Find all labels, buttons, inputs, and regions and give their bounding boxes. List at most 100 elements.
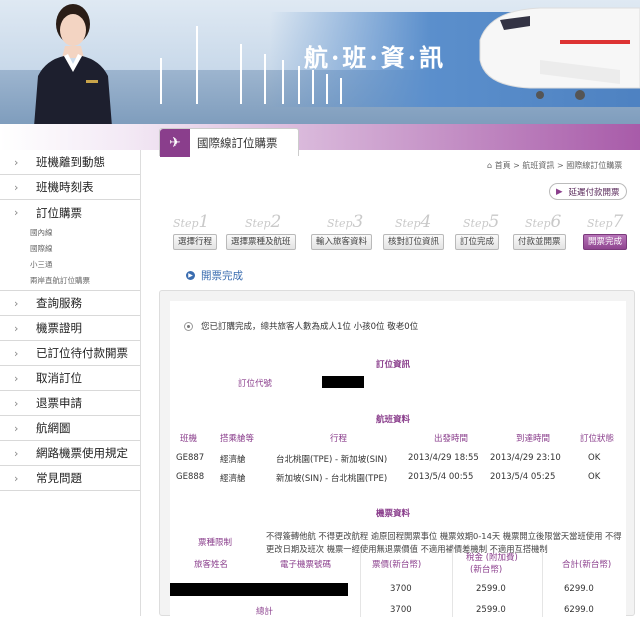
- ticketing-complete-heading: ▶ 開票完成: [186, 268, 243, 283]
- sidebar-item-refund[interactable]: › 退票申請: [0, 391, 140, 416]
- completion-notice: 您已訂購完成，總共旅客人數為成人1位 小孩0位 敬老0位: [184, 320, 418, 332]
- flight-number: GE888: [176, 472, 205, 482]
- flight-departure: 2013/4/29 18:55: [408, 453, 479, 463]
- step-label: 訂位完成: [455, 234, 500, 250]
- chevron-right-icon: ›: [14, 180, 19, 194]
- flight-col-header: 出發時間: [434, 434, 469, 444]
- step-6: Step6 付款並開票: [513, 212, 587, 254]
- passenger-info-redacted: [170, 583, 348, 596]
- ticket-fare: 3700: [390, 605, 412, 615]
- sidebar-item-route-map[interactable]: › 航網圖: [0, 416, 140, 441]
- sidebar-item-timetable[interactable]: › 班機時刻表: [0, 175, 140, 200]
- step-2: Step2 選擇票種及航班: [226, 212, 307, 254]
- banner-title: 航·班·資·訊: [304, 43, 447, 72]
- ticket-tax: 2599.0: [476, 605, 506, 615]
- sidebar-item-ticket-proof[interactable]: › 機票證明: [0, 316, 140, 341]
- flight-col-header: 訂位狀態: [580, 434, 615, 444]
- sidebar-subitem-domestic[interactable]: 國內線: [0, 225, 140, 241]
- chevron-right-icon: ›: [14, 471, 19, 485]
- sidebar-item-faq[interactable]: › 常見問題: [0, 466, 140, 491]
- step-number: Step1: [173, 212, 210, 232]
- flight-status: OK: [588, 472, 601, 482]
- sidebar-item-label: 訂位購票: [36, 205, 82, 220]
- step-number: Step6: [525, 212, 562, 232]
- breadcrumb-text[interactable]: 首頁 > 航班資訊 > 國際線訂位購票: [495, 161, 623, 170]
- chevron-right-icon: ›: [14, 296, 19, 310]
- airplane-image: [479, 7, 640, 100]
- ticket-tax: 2599.0: [476, 584, 506, 594]
- table-divider: [452, 549, 453, 617]
- ticket-col-header: 票價(新台幣): [372, 560, 422, 570]
- sidebar-subitem-international[interactable]: 國際線: [0, 241, 140, 257]
- sidebar-item-label: 退票申請: [36, 396, 82, 410]
- ticket-info-title: 機票資料: [376, 509, 411, 519]
- table-divider: [542, 549, 543, 617]
- grand-total-label: 總計: [256, 607, 274, 617]
- booking-code-redacted: [322, 376, 364, 388]
- step-7: Step7 開票完成: [583, 212, 640, 254]
- ticket-col-header: 合計(新台幣): [562, 560, 612, 570]
- sidebar-item-pending-payment[interactable]: › 已訂位待付款開票: [0, 341, 140, 366]
- sidebar-item-flight-status[interactable]: › 班機離到動態: [0, 150, 140, 175]
- sidebar-item-ticket-rules[interactable]: › 網路機票使用規定: [0, 441, 140, 466]
- sidebar-item-label: 取消訂位: [36, 371, 82, 385]
- breadcrumb: ⌂ 首頁 > 航班資訊 > 國際線訂位購票: [487, 160, 622, 171]
- flight-route: 新加坡(SIN) - 台北桃園(TPE): [276, 474, 388, 484]
- ticket-rules-text: 不得簽轉他航 不得更改航程 逾原回程開票事位 機票效期0-14天 機票開立後限當…: [266, 531, 622, 554]
- ticket-col-header: 電子機票號碼: [280, 560, 332, 570]
- section-title-tab: ✈ 國際線訂位購票: [159, 128, 299, 157]
- sidebar-item-label: 班機離到動態: [36, 155, 105, 169]
- home-icon: ⌂: [487, 161, 495, 170]
- progress-steps: Step1 選擇行程 Step2 選擇票種及航班 Step3 輸入旅客資料 Step4…: [163, 212, 633, 254]
- play-arrow-icon: ▶: [556, 186, 563, 197]
- flight-col-header: 班機: [180, 434, 198, 444]
- step-number: Step4: [395, 212, 432, 232]
- flight-number: GE887: [176, 453, 205, 463]
- chevron-right-icon: ›: [14, 206, 19, 219]
- step-number: Step5: [463, 212, 500, 232]
- sidebar-item-label: 網路機票使用規定: [36, 446, 128, 460]
- step-label: 選擇票種及航班: [226, 234, 296, 250]
- ticket-total: 6299.0: [564, 584, 594, 594]
- flight-class: 經濟艙: [220, 455, 246, 465]
- step-3: Step3 輸入旅客資料: [311, 212, 389, 254]
- chevron-right-icon: ›: [14, 346, 19, 360]
- chevron-right-icon: ›: [14, 155, 19, 169]
- booking-code-label: 訂位代號: [238, 379, 273, 389]
- step-label: 選擇行程: [173, 234, 218, 250]
- ticket-col-header: 旅客姓名: [194, 560, 229, 570]
- ticket-total: 6299.0: [564, 605, 594, 615]
- chevron-right-icon: ›: [14, 396, 19, 410]
- flight-arrival: 2013/4/29 23:10: [490, 453, 561, 463]
- ticket-col-header: (新台幣): [470, 565, 503, 575]
- flight-departure: 2013/5/4 00:55: [408, 472, 474, 482]
- sidebar-item-label: 航網圖: [36, 421, 71, 435]
- flight-col-header: 搭乘艙等: [220, 434, 255, 444]
- flight-arrival: 2013/5/4 05:25: [490, 472, 556, 482]
- info-bullet-icon: [184, 321, 193, 331]
- step-number: Step7: [587, 212, 624, 232]
- chevron-right-icon: ›: [14, 371, 19, 385]
- delayed-payment-label: 延遲付款開票: [568, 187, 620, 198]
- step-label: 輸入旅客資料: [311, 234, 373, 250]
- sidebar-subitem-cross-strait[interactable]: 兩岸直航訂位購票: [0, 273, 140, 291]
- airplane-icon: ✈: [160, 128, 190, 157]
- purple-strip: [0, 124, 640, 150]
- section-title: 國際線訂位購票: [197, 135, 278, 150]
- sidebar-item-label: 機票證明: [36, 321, 82, 335]
- sidebar-item-inquiry[interactable]: › 查詢服務: [0, 291, 140, 316]
- sidebar-subitem-mini-three-links[interactable]: 小三通: [0, 257, 140, 273]
- step-number: Step2: [245, 212, 282, 232]
- ticket-fare: 3700: [390, 584, 412, 594]
- sidebar-item-cancel-booking[interactable]: › 取消訂位: [0, 366, 140, 391]
- delayed-payment-button[interactable]: ▶ 延遲付款開票: [549, 183, 627, 200]
- chevron-right-icon: ›: [14, 321, 19, 335]
- flight-route: 台北桃園(TPE) - 新加坡(SIN): [276, 455, 388, 465]
- step-4: Step4 核對訂位資訊: [383, 212, 457, 254]
- flight-col-header: 行程: [330, 434, 348, 444]
- sidebar-item-booking[interactable]: › 訂位購票: [0, 200, 140, 225]
- booking-info-title: 訂位資訊: [376, 360, 411, 370]
- sidebar-item-label: 查詢服務: [36, 296, 82, 310]
- chevron-right-icon: ›: [14, 421, 19, 435]
- table-divider: [360, 549, 361, 617]
